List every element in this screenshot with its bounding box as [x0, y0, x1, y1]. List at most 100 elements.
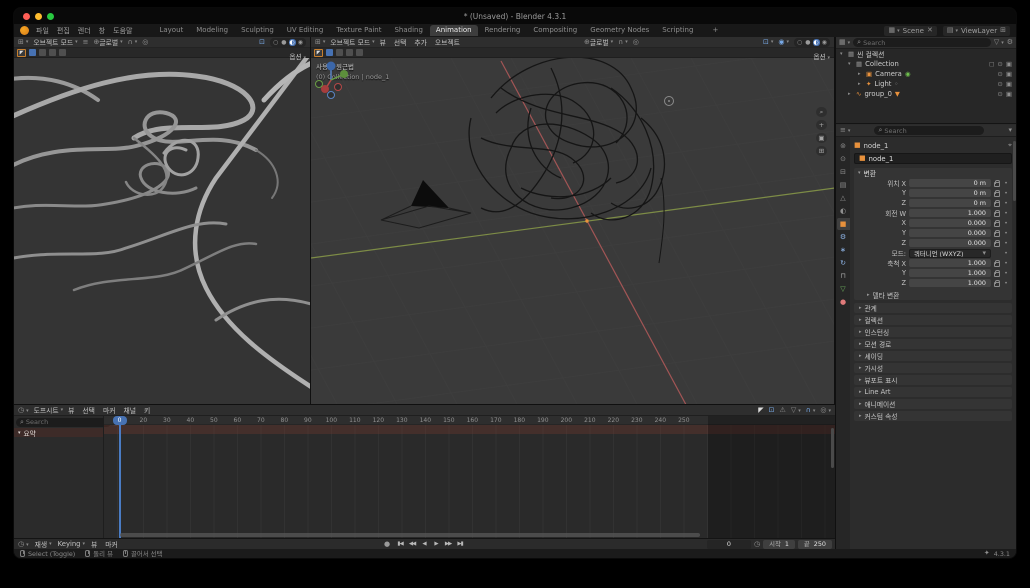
- record-button[interactable]: [384, 541, 390, 548]
- zoom-icon[interactable]: ⌕: [816, 107, 827, 117]
- minimize-window-button[interactable]: [35, 13, 42, 20]
- outliner-row-collection[interactable]: ▾ Collection: [836, 59, 1016, 69]
- keying-dropdown[interactable]: Keying: [58, 540, 85, 548]
- animate-dot[interactable]: •: [1003, 220, 1009, 227]
- animate-dot[interactable]: •: [1003, 260, 1009, 267]
- workspace-tab[interactable]: Sculpting: [235, 25, 280, 36]
- pin-icon[interactable]: [1008, 142, 1012, 149]
- collapsed-panel[interactable]: ▸가시성: [854, 363, 1012, 373]
- orientation-dropdown[interactable]: 글로벌: [93, 37, 122, 47]
- properties-options-icon[interactable]: [1008, 127, 1012, 134]
- scene-selector[interactable]: Scene: [884, 26, 936, 36]
- collapsed-panel[interactable]: ▸애니메이션: [854, 399, 1012, 409]
- add-workspace-button[interactable]: +: [706, 25, 724, 36]
- shading-solid-button[interactable]: ●: [804, 39, 811, 46]
- proportional-editing-icon[interactable]: [142, 39, 148, 46]
- camera-restrict-icon[interactable]: [1006, 81, 1012, 88]
- properties-tab-icon[interactable]: ▽: [837, 283, 850, 295]
- proportional-editing-icon[interactable]: [820, 407, 831, 414]
- lock-icon[interactable]: [994, 232, 1000, 237]
- transport-button[interactable]: ▶▶: [443, 540, 453, 549]
- delta-transform-panel[interactable]: ▸델타 변환: [862, 290, 1010, 300]
- mode-dropdown[interactable]: 오브젝트 모드: [33, 37, 77, 47]
- properties-tab-icon[interactable]: ●: [837, 296, 850, 308]
- lock-icon[interactable]: [994, 282, 1000, 287]
- dope-menu-item[interactable]: 마커: [103, 405, 116, 415]
- lock-icon[interactable]: [994, 262, 1000, 267]
- unlink-scene-icon[interactable]: [927, 27, 933, 34]
- transform-value-field[interactable]: 0.000: [909, 219, 991, 227]
- workspace-tab[interactable]: Texture Paint: [330, 25, 387, 36]
- transform-value-field[interactable]: 1.000: [909, 209, 991, 217]
- viewport-menu-item[interactable]: 뷰: [380, 37, 386, 47]
- select-mode-extend[interactable]: [39, 49, 46, 56]
- properties-tab-icon[interactable]: ▤: [837, 179, 850, 191]
- dope-menu-item[interactable]: 뷰: [68, 405, 74, 415]
- transform-value-field[interactable]: 1.000: [909, 279, 991, 287]
- viewport-left[interactable]: 오브젝트 모드 글로벌 ○ ● ◐ ◉ ◤ 옵션: [14, 37, 311, 404]
- shading-material-button[interactable]: ◐: [813, 39, 820, 46]
- outliner-row-group0[interactable]: ▸ group_0: [836, 89, 1016, 99]
- properties-tab-icon[interactable]: ⊟: [837, 166, 850, 178]
- rotation-mode-dropdown[interactable]: 쿼터니언 (WXYZ): [909, 249, 991, 258]
- lock-icon[interactable]: [994, 202, 1000, 207]
- shading-rendered-button[interactable]: ◉: [821, 39, 828, 46]
- menu-item[interactable]: 도움말: [113, 26, 132, 36]
- select-mode-extend[interactable]: [336, 49, 343, 56]
- dope-menu-item[interactable]: 키: [144, 405, 150, 415]
- transport-button[interactable]: ▮◀: [395, 540, 405, 549]
- properties-tab-icon[interactable]: ⊙: [837, 153, 850, 165]
- properties-editor-icon[interactable]: [840, 127, 850, 134]
- animate-dot[interactable]: •: [1003, 230, 1009, 237]
- animate-dot[interactable]: •: [1003, 190, 1009, 197]
- outliner-row-scene-collection[interactable]: ▾ 씬 컬렉션: [836, 49, 1016, 59]
- animate-dot[interactable]: •: [1003, 250, 1009, 257]
- hamburger-menu-icon[interactable]: [83, 39, 89, 46]
- collapsed-panel[interactable]: ▸인스턴싱: [854, 327, 1012, 337]
- current-frame-field[interactable]: 0: [707, 540, 751, 549]
- eye-icon[interactable]: [997, 71, 1002, 78]
- properties-tab-icon[interactable]: ∗: [837, 244, 850, 256]
- dope-editor-type-dropdown[interactable]: [18, 407, 29, 414]
- properties-tab-icon[interactable]: ◐: [837, 205, 850, 217]
- lock-icon[interactable]: [994, 192, 1000, 197]
- collapsed-panel[interactable]: ▸컬렉션: [854, 315, 1012, 325]
- navigation-gizmo[interactable]: [311, 58, 351, 102]
- properties-search[interactable]: [874, 126, 984, 135]
- frame-start-field[interactable]: 시작1: [763, 540, 795, 549]
- transform-panel-header[interactable]: ▾변환: [854, 168, 1012, 178]
- editor-type-dropdown[interactable]: [315, 39, 325, 46]
- mode-dropdown[interactable]: 오브젝트 모드: [330, 37, 374, 47]
- workspace-tab[interactable]: Layout: [153, 25, 189, 36]
- animate-dot[interactable]: •: [1003, 240, 1009, 247]
- workspace-tab[interactable]: Modeling: [190, 25, 234, 36]
- show-errors-icon[interactable]: [780, 407, 786, 414]
- outliner-options-icon[interactable]: [1007, 39, 1013, 46]
- transform-value-field[interactable]: 0.000: [909, 229, 991, 237]
- shading-material-button[interactable]: ◐: [289, 39, 296, 46]
- show-hidden-toggle[interactable]: [769, 407, 775, 414]
- properties-tab-icon[interactable]: △: [837, 192, 850, 204]
- outliner-search-input[interactable]: [863, 39, 987, 47]
- camera-restrict-icon[interactable]: [1006, 91, 1012, 98]
- properties-tab-icon[interactable]: ■: [837, 218, 850, 230]
- collapsed-panel[interactable]: ▸Line Art: [854, 387, 1012, 397]
- active-tool-icon[interactable]: ◤: [314, 49, 323, 57]
- dope-mode-dropdown[interactable]: 도프시트: [34, 405, 64, 415]
- shading-rendered-button[interactable]: ◉: [297, 39, 304, 46]
- transform-value-field[interactable]: 0.000: [909, 239, 991, 247]
- select-mode-new[interactable]: [326, 49, 333, 56]
- outliner-search[interactable]: [853, 38, 991, 47]
- lock-icon[interactable]: [994, 182, 1000, 187]
- active-tool-icon[interactable]: ◤: [17, 49, 26, 57]
- horizontal-scrollbar[interactable]: [120, 533, 700, 537]
- properties-scrollbar[interactable]: [1013, 141, 1016, 201]
- animate-dot[interactable]: •: [1003, 180, 1009, 187]
- timeline-editor-dropdown[interactable]: [18, 541, 29, 548]
- properties-tab-icon[interactable]: ⚙: [837, 231, 850, 243]
- menu-item[interactable]: 창: [99, 26, 105, 36]
- lock-icon[interactable]: [994, 272, 1000, 277]
- summary-channel[interactable]: ▾요약: [14, 428, 103, 437]
- playhead-line[interactable]: [119, 424, 121, 538]
- breadcrumb-object-name[interactable]: node_1: [864, 142, 889, 150]
